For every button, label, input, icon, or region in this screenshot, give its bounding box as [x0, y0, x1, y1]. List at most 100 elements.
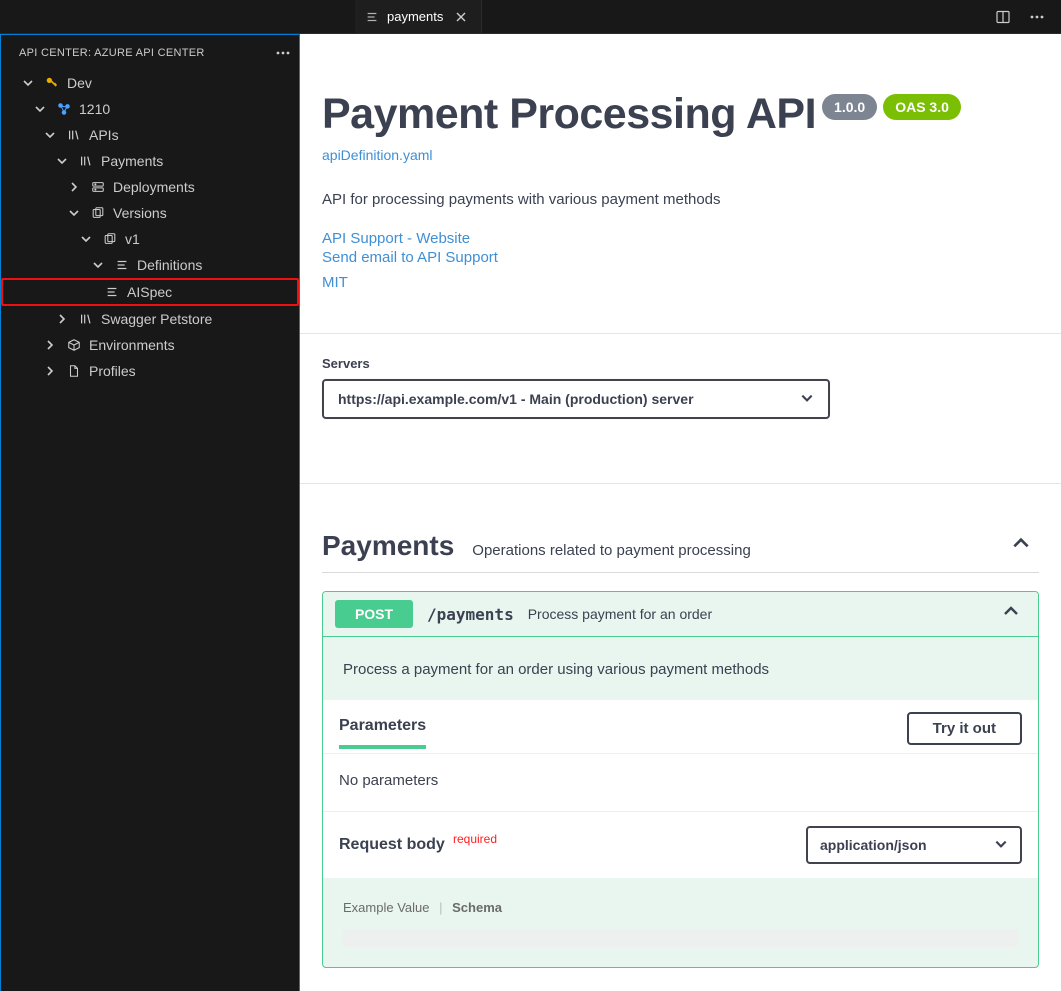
editor-pane[interactable]: Payment Processing API 1.0.0 OAS 3.0 api…	[300, 34, 1061, 991]
oas-badge: OAS 3.0	[883, 94, 961, 120]
api-title: Payment Processing API	[322, 90, 816, 139]
example-value-tab[interactable]: Example Value	[343, 900, 429, 915]
tree-label: v1	[125, 226, 140, 252]
chevron-down-icon	[994, 837, 1008, 854]
support-link[interactable]: API Support - Website	[322, 230, 470, 247]
tree-item-payments[interactable]: Payments	[1, 148, 299, 174]
sidebar-tree: Dev 1210	[1, 70, 299, 384]
panel-title: API CENTER: AZURE API CENTER	[19, 47, 205, 59]
chevron-down-icon	[53, 152, 71, 170]
tree-item-profiles[interactable]: Profiles	[1, 358, 299, 384]
required-badge: required	[453, 832, 497, 846]
operation-long-description: Process a payment for an order using var…	[343, 661, 1018, 678]
email-link[interactable]: Send email to API Support	[322, 249, 498, 266]
operation-summary[interactable]: POST /payments Process payment for an or…	[323, 592, 1038, 637]
library-icon	[77, 310, 95, 328]
swagger-doc: Payment Processing API 1.0.0 OAS 3.0 api…	[300, 34, 1061, 991]
info-links: API Support - Website Send email to API …	[322, 230, 1039, 291]
tree-label: APIs	[89, 122, 119, 148]
content-type-value: application/json	[820, 837, 927, 853]
chevron-down-icon	[800, 391, 814, 408]
tree-label: Dev	[67, 70, 92, 96]
operation-body: Process a payment for an order using var…	[323, 637, 1038, 947]
chevron-right-icon	[65, 178, 83, 196]
tree-label: Swagger Petstore	[101, 306, 212, 332]
request-body-title: Request body	[339, 836, 445, 853]
tree-item-swagger-petstore[interactable]: Swagger Petstore	[1, 306, 299, 332]
chevron-down-icon	[77, 230, 95, 248]
version-badge: 1.0.0	[822, 94, 877, 120]
library-icon	[77, 152, 95, 170]
servers-block: Servers https://api.example.com/v1 - Mai…	[322, 334, 1039, 441]
file-link[interactable]: apiDefinition.yaml	[322, 147, 1039, 163]
tree-item-aispec[interactable]: AISpec	[1, 278, 299, 306]
tree-item-versions[interactable]: Versions	[1, 200, 299, 226]
panel-header[interactable]: API CENTER: AZURE API CENTER	[1, 35, 299, 70]
tag-header[interactable]: Payments Operations related to payment p…	[322, 530, 1039, 573]
chevron-right-icon	[41, 336, 59, 354]
list-icon	[113, 256, 131, 274]
chevron-down-icon	[19, 74, 37, 92]
more-actions-icon[interactable]	[1021, 3, 1053, 31]
tree-label: Versions	[113, 200, 167, 226]
chevron-down-icon	[65, 204, 83, 222]
tree-label: Payments	[101, 148, 163, 174]
tree-label: Profiles	[89, 358, 136, 384]
tree-label: 1210	[79, 96, 110, 122]
tree-item-deployments[interactable]: Deployments	[1, 174, 299, 200]
tabbar-actions	[987, 0, 1061, 33]
tree-item-environments[interactable]: Environments	[1, 332, 299, 358]
versions-icon	[89, 204, 107, 222]
package-icon	[65, 336, 83, 354]
close-icon[interactable]	[451, 11, 471, 23]
servers-label: Servers	[322, 356, 1039, 371]
request-body-bar: Request body required application/json	[323, 811, 1038, 878]
tree-label: Definitions	[137, 252, 202, 278]
tree-item-definitions[interactable]: Definitions	[1, 252, 299, 278]
tree-label: Deployments	[113, 174, 195, 200]
chevron-down-icon	[41, 126, 59, 144]
tree-item-v1[interactable]: v1	[1, 226, 299, 252]
tag-section: Payments Operations related to payment p…	[322, 530, 1039, 968]
tag-name: Payments	[322, 530, 454, 562]
tabbar-spacer	[0, 0, 355, 33]
tag-description: Operations related to payment processing	[472, 542, 751, 559]
server-select[interactable]: https://api.example.com/v1 - Main (produ…	[322, 379, 830, 419]
schema-tab[interactable]: Schema	[452, 900, 502, 915]
server-icon	[89, 178, 107, 196]
sidebar: API CENTER: AZURE API CENTER Dev	[0, 34, 300, 991]
tree-item-apis[interactable]: APIs	[1, 122, 299, 148]
divider: |	[433, 900, 448, 915]
split-editor-icon[interactable]	[987, 3, 1019, 31]
content-type-select[interactable]: application/json	[806, 826, 1022, 864]
operation-card: POST /payments Process payment for an or…	[322, 591, 1039, 968]
panel-more-icon[interactable]	[275, 51, 291, 55]
server-selected-value: https://api.example.com/v1 - Main (produ…	[338, 391, 694, 407]
parameters-bar: Parameters Try it out	[323, 700, 1038, 753]
http-method-badge: POST	[335, 600, 413, 628]
chevron-up-icon	[1002, 602, 1026, 626]
chevron-right-icon	[53, 310, 71, 328]
library-icon	[65, 126, 83, 144]
tab-payments[interactable]: payments	[355, 0, 482, 33]
tree-item-workspace[interactable]: 1210	[1, 96, 299, 122]
tree-label: AISpec	[127, 279, 172, 305]
versions-icon	[101, 230, 119, 248]
tab-title: payments	[387, 9, 443, 24]
no-parameters-text: No parameters	[323, 753, 1038, 811]
list-icon	[103, 283, 121, 301]
chevron-down-icon	[31, 100, 49, 118]
editor-tab-bar: payments	[0, 0, 1061, 34]
tree-item-dev[interactable]: Dev	[1, 70, 299, 96]
schema-tabs: Example Value | Schema	[343, 878, 1018, 929]
operation-summary-text: Process payment for an order	[528, 606, 712, 622]
chevron-down-icon	[89, 256, 107, 274]
try-it-out-button[interactable]: Try it out	[907, 712, 1022, 745]
chevron-up-icon	[1011, 533, 1039, 559]
operation-path: /payments	[427, 605, 514, 624]
license-link[interactable]: MIT	[322, 274, 348, 291]
chevron-right-icon	[41, 362, 59, 380]
divider	[300, 483, 1061, 484]
tree-label: Environments	[89, 332, 175, 358]
parameters-title: Parameters	[339, 717, 426, 749]
